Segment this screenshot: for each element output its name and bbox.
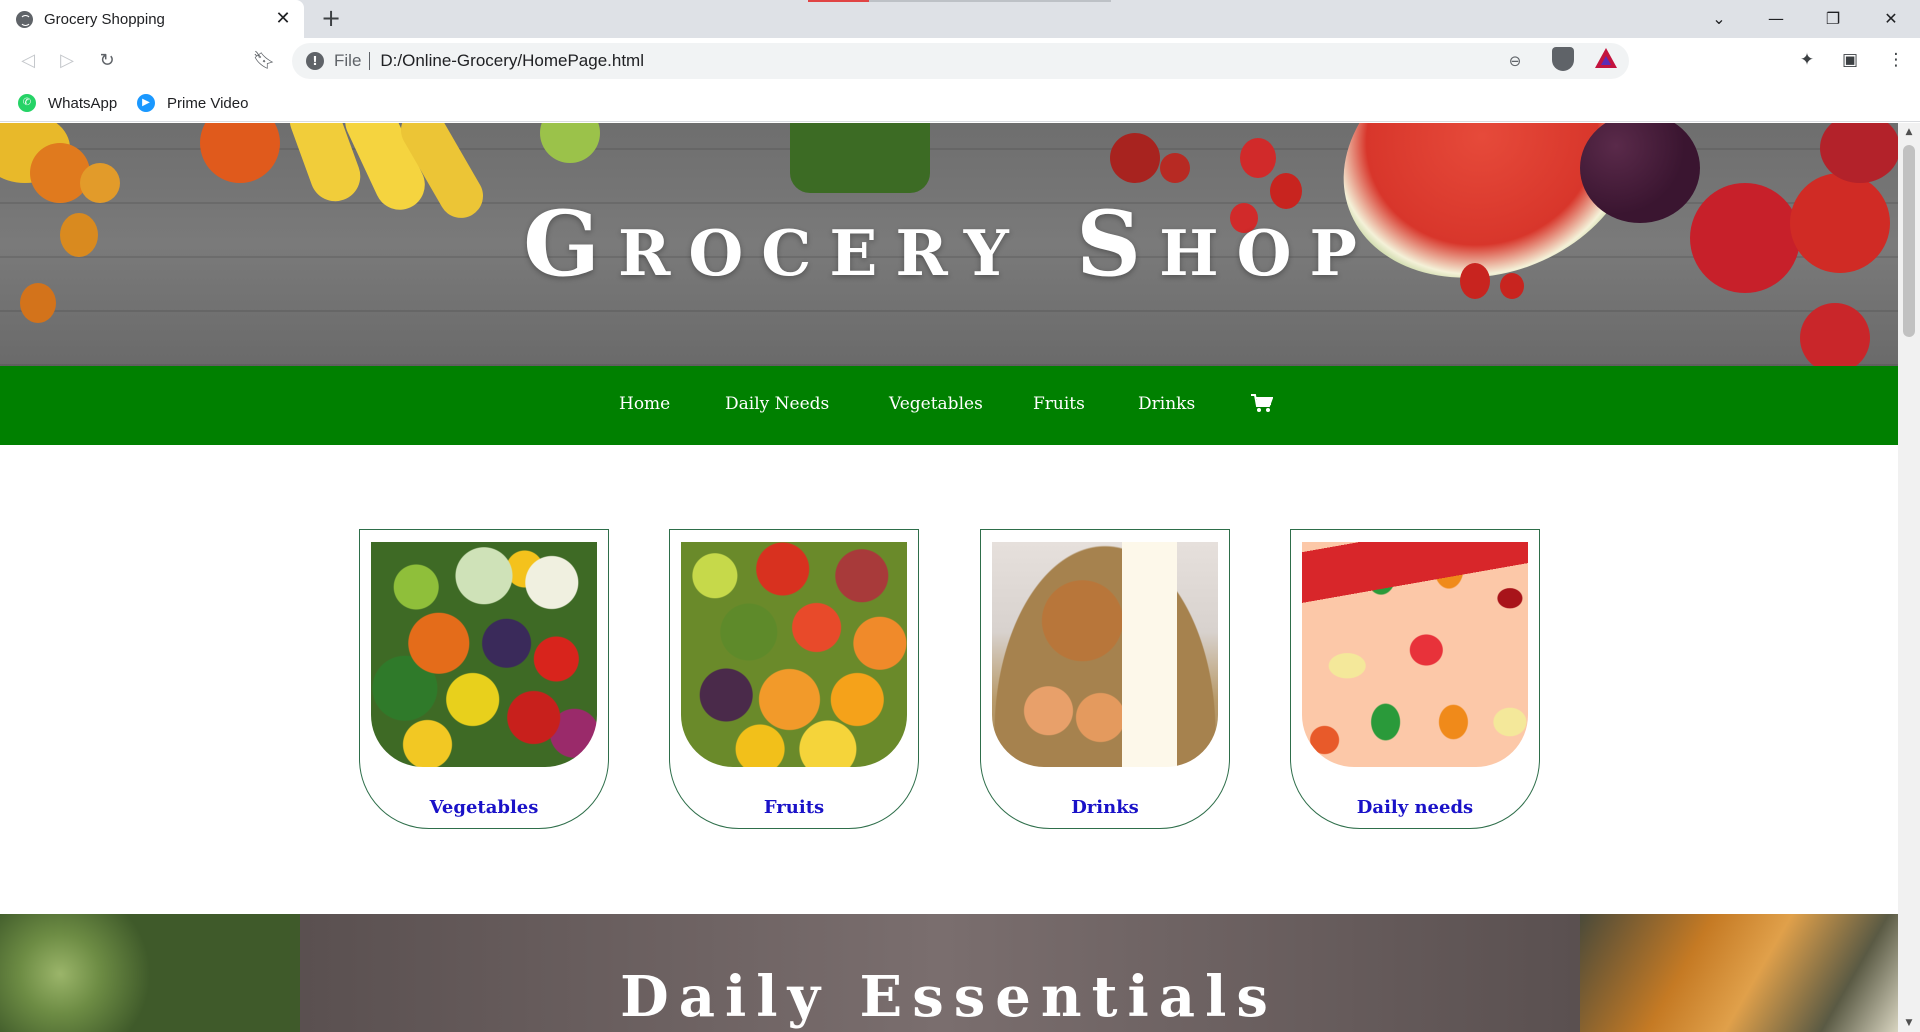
tangerine-shape — [200, 123, 280, 183]
url-text[interactable]: D:/Online-Grocery/HomePage.html — [380, 51, 644, 71]
tab-title: Grocery Shopping — [44, 10, 165, 28]
vegetables-image[interactable] — [371, 542, 597, 767]
globe-icon — [16, 10, 33, 28]
page-title: Grocery Shop — [523, 191, 1375, 297]
page-viewport: Grocery Shop Home Daily Needs Vegetables… — [0, 123, 1898, 1032]
category-card-daily-needs[interactable]: Daily needs — [1290, 529, 1540, 829]
tab-indicator-track — [869, 0, 1111, 2]
brave-shield-icon[interactable] — [1552, 47, 1574, 71]
nav-link-home[interactable]: Home — [619, 394, 670, 414]
minimize-icon[interactable]: — — [1761, 4, 1791, 34]
menu-icon[interactable]: ⋮ — [1884, 48, 1908, 72]
category-card-fruits[interactable]: Fruits — [669, 529, 919, 829]
info-icon[interactable]: ! — [306, 52, 324, 70]
tab-loading-indicator — [808, 0, 869, 2]
tab-strip: Grocery Shopping ✕ + ⌄ — ❐ ✕ — [0, 0, 1920, 38]
apple-shape — [1800, 303, 1870, 366]
browser-toolbar: ◁ ▷ ↻ 🔖︎ ! File D:/Online-Grocery/HomePa… — [0, 38, 1920, 84]
scroll-up-icon[interactable]: ▲ — [1898, 123, 1920, 141]
bookmark-label: WhatsApp — [48, 94, 118, 112]
prime-video-icon: ▶ — [137, 94, 155, 112]
category-label[interactable]: Drinks — [981, 797, 1229, 818]
bookmark-icon[interactable]: 🔖︎ — [250, 47, 278, 75]
address-bar[interactable]: ! File D:/Online-Grocery/HomePage.html ⊖ — [292, 43, 1629, 79]
nav-link-drinks[interactable]: Drinks — [1138, 394, 1195, 414]
zoom-out-icon[interactable]: ⊖ — [1505, 51, 1525, 71]
drinks-image[interactable] — [992, 542, 1218, 767]
section-title: Daily Essentials — [620, 964, 1278, 1030]
whatsapp-icon: ✆ — [18, 94, 36, 112]
bookmarks-bar: ✆ WhatsApp ▶ Prime Video — [0, 84, 1920, 122]
shopping-cart-icon[interactable] — [1251, 394, 1273, 414]
daily-needs-image[interactable] — [1302, 542, 1528, 767]
close-window-icon[interactable]: ✕ — [1876, 4, 1906, 34]
nav-link-fruits[interactable]: Fruits — [1033, 394, 1085, 414]
cherry-shape — [1160, 153, 1190, 183]
hero-banner: Grocery Shop — [0, 123, 1898, 366]
bookmark-whatsapp[interactable]: ✆ WhatsApp — [18, 91, 117, 115]
category-card-drinks[interactable]: Drinks — [980, 529, 1230, 829]
tab-search-icon[interactable]: ⌄ — [1704, 4, 1734, 34]
pineapple-shape — [790, 123, 930, 193]
page-scrollbar[interactable]: ▲ ▼ — [1898, 123, 1920, 1032]
scroll-thumb[interactable] — [1903, 145, 1915, 337]
close-tab-icon[interactable]: ✕ — [272, 8, 294, 30]
apple-shape — [540, 123, 600, 163]
cherry-shape — [1110, 133, 1160, 183]
fruits-image[interactable] — [681, 542, 907, 767]
wallet-icon[interactable]: ▣ — [1838, 48, 1862, 72]
daily-essentials-banner: Daily Essentials — [0, 914, 1898, 1032]
forward-icon[interactable]: ▷ — [53, 47, 81, 75]
main-nav: Home Daily Needs Vegetables Fruits Drink… — [0, 366, 1898, 445]
scroll-down-icon[interactable]: ▼ — [1898, 1014, 1920, 1032]
category-card-vegetables[interactable]: Vegetables — [359, 529, 609, 829]
url-separator — [369, 52, 371, 70]
new-tab-button[interactable]: + — [318, 6, 344, 32]
bookmark-prime-video[interactable]: ▶ Prime Video — [137, 91, 248, 115]
nav-link-daily-needs[interactable]: Daily Needs — [725, 394, 829, 414]
category-label[interactable]: Daily needs — [1291, 797, 1539, 818]
strawberry-shape — [1240, 138, 1276, 178]
brave-rewards-icon[interactable] — [1595, 48, 1617, 68]
back-icon[interactable]: ◁ — [14, 47, 42, 75]
bookmark-label: Prime Video — [167, 94, 249, 112]
url-scheme: File — [334, 51, 362, 70]
category-label[interactable]: Fruits — [670, 797, 918, 818]
browser-tab[interactable]: Grocery Shopping ✕ — [0, 0, 304, 38]
nav-link-vegetables[interactable]: Vegetables — [889, 394, 983, 414]
category-label[interactable]: Vegetables — [360, 797, 608, 818]
reload-icon[interactable]: ↻ — [93, 47, 121, 75]
restore-icon[interactable]: ❐ — [1818, 4, 1848, 34]
extensions-icon[interactable]: ✦ — [1795, 48, 1819, 72]
